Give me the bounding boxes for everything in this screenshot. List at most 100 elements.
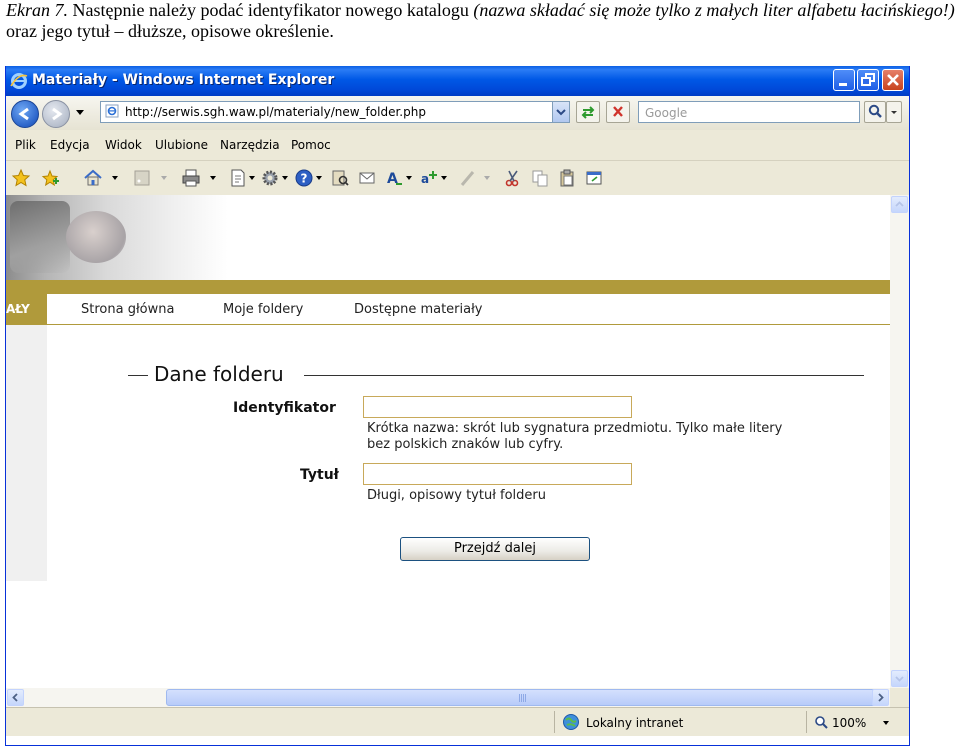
identifier-hint-line-1: Krótka nazwa: skrót lub sygnatura przedm… — [367, 421, 783, 436]
chevron-up-icon — [895, 201, 904, 207]
search-box[interactable] — [638, 101, 860, 123]
vertical-scrollbar[interactable] — [890, 195, 909, 688]
fieldset-border-right — [304, 375, 864, 376]
browser-window: Materiały - Windows Internet Explorer ht… — [5, 66, 910, 746]
copy-icon[interactable] — [530, 168, 550, 188]
edit-pencil-icon[interactable] — [458, 168, 478, 188]
menu-edit[interactable]: Edycja — [50, 138, 90, 152]
banner-photo-face — [66, 211, 126, 263]
tools-dropdown[interactable] — [282, 176, 288, 180]
home-dropdown[interactable] — [112, 176, 118, 180]
search-options-dropdown[interactable] — [886, 101, 902, 123]
horizontal-scroll-thumb[interactable] — [166, 689, 884, 706]
encoding-icon[interactable]: a — [419, 168, 439, 188]
nav-link-available-materials[interactable]: Dostępne materiały — [354, 302, 483, 317]
page-icon[interactable] — [228, 168, 248, 188]
chevron-left-icon — [12, 693, 18, 702]
close-button[interactable] — [882, 69, 904, 91]
site-section-label: AŁY — [6, 294, 47, 325]
search-input[interactable] — [643, 103, 857, 123]
scroll-right-button[interactable] — [872, 689, 889, 706]
forward-arrow-icon — [52, 107, 63, 121]
window-title: Materiały - Windows Internet Explorer — [32, 72, 335, 88]
feeds-dropdown[interactable] — [161, 176, 167, 180]
title-input[interactable] — [363, 463, 632, 485]
left-column — [6, 325, 47, 581]
text-size-dropdown[interactable] — [406, 176, 412, 180]
fieldset-border-left — [128, 375, 148, 376]
refresh-button[interactable] — [576, 101, 600, 123]
scrollbar-corner — [890, 688, 909, 707]
navigation-bar: http://serwis.sgh.waw.pl/materialy/new_f… — [6, 96, 909, 131]
chevron-down-icon — [891, 111, 897, 114]
menu-bar: Plik Edycja Widok Ulubione Narzędzia Pom… — [6, 130, 909, 161]
menu-view[interactable]: Widok — [105, 138, 142, 152]
print-dropdown[interactable] — [210, 176, 216, 180]
zoom-level[interactable]: 100% — [832, 716, 866, 730]
restore-icon — [861, 73, 875, 86]
banner-strip — [6, 280, 890, 294]
cut-icon[interactable] — [503, 168, 523, 188]
research-icon[interactable] — [330, 168, 350, 188]
feeds-icon[interactable] — [132, 168, 152, 188]
svg-text:?: ? — [301, 172, 308, 186]
nav-link-home[interactable]: Strona główna — [81, 302, 174, 317]
window-icon[interactable] — [584, 168, 604, 188]
forward-button[interactable] — [42, 100, 70, 128]
menu-tools[interactable]: Narzędzia — [220, 138, 280, 152]
title-label: Tytuł — [300, 467, 339, 483]
tools-gear-icon[interactable] — [260, 168, 280, 188]
stop-icon — [613, 106, 623, 117]
caption-text-1: Następnie należy podać identyfikator now… — [68, 0, 474, 20]
zoom-dropdown[interactable] — [883, 721, 889, 725]
stop-button[interactable] — [606, 101, 630, 123]
encoding-dropdown[interactable] — [441, 176, 447, 180]
scroll-left-button[interactable] — [7, 689, 24, 706]
close-icon — [887, 74, 899, 86]
text-size-icon[interactable]: A — [384, 168, 404, 188]
favorites-star-icon[interactable] — [11, 168, 31, 188]
ie-logo-icon — [10, 73, 28, 89]
menu-help[interactable]: Pomoc — [291, 138, 331, 152]
caption-italic-note: (nazwa składać się może tylko z małych l… — [473, 0, 955, 20]
svg-text:a: a — [421, 172, 429, 186]
help-dropdown[interactable] — [316, 176, 322, 180]
identifier-hint-line-2: bez polskich znaków lub cyfry. — [367, 437, 564, 452]
scroll-down-button[interactable] — [891, 670, 908, 687]
back-arrow-icon — [18, 107, 29, 121]
search-button[interactable] — [864, 101, 886, 123]
nav-link-my-folders[interactable]: Moje foldery — [223, 302, 303, 317]
identifier-input[interactable] — [363, 396, 632, 418]
address-text: http://serwis.sgh.waw.pl/materialy/new_f… — [125, 105, 426, 119]
banner-photo — [6, 195, 228, 280]
horizontal-scrollbar[interactable] — [6, 688, 890, 707]
menu-file[interactable]: Plik — [15, 138, 36, 152]
recent-pages-dropdown[interactable] — [76, 110, 84, 115]
scroll-thumb-grip — [519, 694, 527, 702]
print-icon[interactable] — [181, 168, 201, 188]
address-bar[interactable]: http://serwis.sgh.waw.pl/materialy/new_f… — [100, 101, 568, 123]
help-icon[interactable]: ? — [294, 168, 314, 188]
address-dropdown[interactable] — [552, 101, 570, 123]
maximize-button[interactable] — [857, 69, 879, 91]
security-zone-text: Lokalny intranet — [586, 716, 684, 730]
continue-button[interactable]: Przejdź dalej — [400, 537, 590, 561]
status-bar: Lokalny intranet 100% — [6, 707, 909, 736]
zoom-magnifier-icon[interactable] — [814, 715, 828, 729]
edit-dropdown[interactable] — [484, 176, 490, 180]
mail-icon[interactable] — [357, 168, 377, 188]
menu-favorites[interactable]: Ulubione — [155, 138, 208, 152]
page-content: AŁY Strona główna Moje foldery Dostępne … — [6, 195, 890, 688]
back-button[interactable] — [11, 100, 39, 128]
title-bar[interactable]: Materiały - Windows Internet Explorer — [6, 66, 909, 96]
paste-icon[interactable] — [557, 168, 577, 188]
chevron-down-icon — [556, 109, 566, 116]
status-separator — [806, 711, 807, 733]
add-favorite-icon[interactable] — [40, 168, 60, 188]
scroll-up-button[interactable] — [891, 196, 908, 213]
caption: Ekran 7. Następnie należy podać identyfi… — [6, 0, 958, 42]
minimize-button[interactable] — [833, 69, 855, 91]
page-dropdown[interactable] — [249, 176, 255, 180]
home-icon[interactable] — [83, 168, 103, 188]
page-ie-icon — [105, 104, 119, 118]
